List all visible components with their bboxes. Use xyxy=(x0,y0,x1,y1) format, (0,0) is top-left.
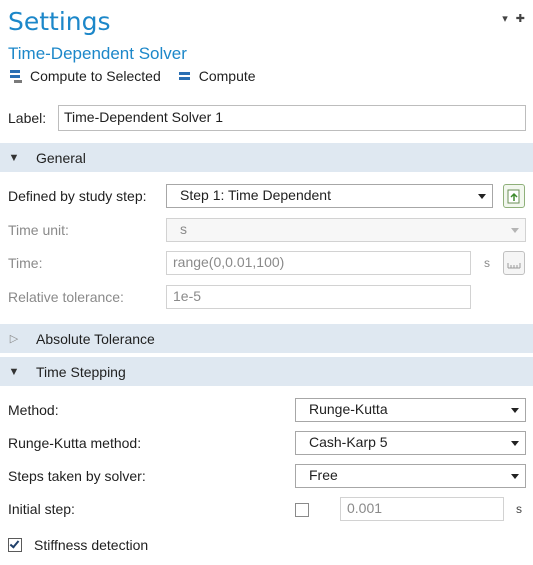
section-time-stepping[interactable]: ▼ Time Stepping xyxy=(0,356,533,386)
rk-method-value: Cash-Karp 5 xyxy=(309,434,388,450)
time-unit-suffix: s xyxy=(484,256,490,270)
expanded-arrow-icon: ▼ xyxy=(8,151,20,164)
go-to-source-button[interactable] xyxy=(503,184,525,208)
compute-label: Compute xyxy=(198,68,256,84)
initial-step-unit: s xyxy=(516,502,522,516)
time-unit-label: Time unit: xyxy=(8,222,69,238)
pin-icon[interactable]: ✚ xyxy=(516,12,525,25)
section-absolute-tolerance-label: Absolute Tolerance xyxy=(36,330,155,347)
label-input[interactable]: Time-Dependent Solver 1 xyxy=(58,105,526,131)
steps-taken-select[interactable]: Free xyxy=(295,464,526,488)
checkmark-icon xyxy=(9,538,20,549)
chevron-down-icon xyxy=(511,474,519,479)
compute-icon xyxy=(177,68,193,84)
time-input[interactable]: range(0,0.01,100) xyxy=(166,251,471,275)
rk-method-label: Runge-Kutta method: xyxy=(8,435,142,451)
node-title: Time-Dependent Solver xyxy=(8,44,187,63)
initial-step-checkbox[interactable] xyxy=(295,503,309,517)
expanded-arrow-icon: ▼ xyxy=(8,365,20,378)
section-absolute-tolerance[interactable]: ▷ Absolute Tolerance xyxy=(0,323,533,353)
page-title: Settings xyxy=(8,7,111,36)
time-unit-select[interactable]: s xyxy=(166,218,526,242)
chevron-down-icon xyxy=(478,194,486,199)
compute-to-selected-button[interactable]: Compute to Selected xyxy=(8,68,161,84)
relative-tolerance-label: Relative tolerance: xyxy=(8,289,124,305)
go-to-source-icon xyxy=(507,189,520,204)
section-time-stepping-label: Time Stepping xyxy=(36,363,126,380)
compute-button[interactable]: Compute xyxy=(177,68,256,84)
time-label: Time: xyxy=(8,255,43,271)
window-controls: ▾ ✚ xyxy=(502,12,525,25)
range-button[interactable] xyxy=(503,251,525,275)
chevron-down-icon xyxy=(511,441,519,446)
steps-taken-label: Steps taken by solver: xyxy=(8,468,146,484)
section-general[interactable]: ▼ General xyxy=(0,142,533,172)
range-icon xyxy=(507,263,521,269)
rk-method-select[interactable]: Cash-Karp 5 xyxy=(295,431,526,455)
initial-step-input[interactable]: 0.001 xyxy=(340,497,504,521)
stiffness-detection-checkbox[interactable] xyxy=(8,538,22,552)
steps-taken-value: Free xyxy=(309,467,338,483)
relative-tolerance-input[interactable]: 1e-5 xyxy=(166,285,471,309)
label-field-label: Label: xyxy=(8,110,47,126)
method-value: Runge-Kutta xyxy=(309,401,388,417)
chevron-down-icon xyxy=(511,228,519,233)
collapsed-arrow-icon: ▷ xyxy=(9,333,19,345)
method-label: Method: xyxy=(8,402,59,418)
compute-to-selected-icon xyxy=(8,68,24,84)
study-step-value: Step 1: Time Dependent xyxy=(180,187,331,203)
label-row: Label: Time-Dependent Solver 1 xyxy=(8,105,526,131)
study-step-select[interactable]: Step 1: Time Dependent xyxy=(166,184,493,208)
time-unit-value: s xyxy=(180,221,187,237)
compute-to-selected-label: Compute to Selected xyxy=(30,68,161,84)
defined-by-study-step-label: Defined by study step: xyxy=(8,188,147,204)
dropdown-arrow-icon[interactable]: ▾ xyxy=(502,12,508,25)
stiffness-detection-label: Stiffness detection xyxy=(34,537,149,553)
toolbar: Compute to Selected Compute xyxy=(8,68,256,84)
section-general-label: General xyxy=(36,149,86,166)
initial-step-label: Initial step: xyxy=(8,501,75,517)
method-select[interactable]: Runge-Kutta xyxy=(295,398,526,422)
chevron-down-icon xyxy=(511,408,519,413)
